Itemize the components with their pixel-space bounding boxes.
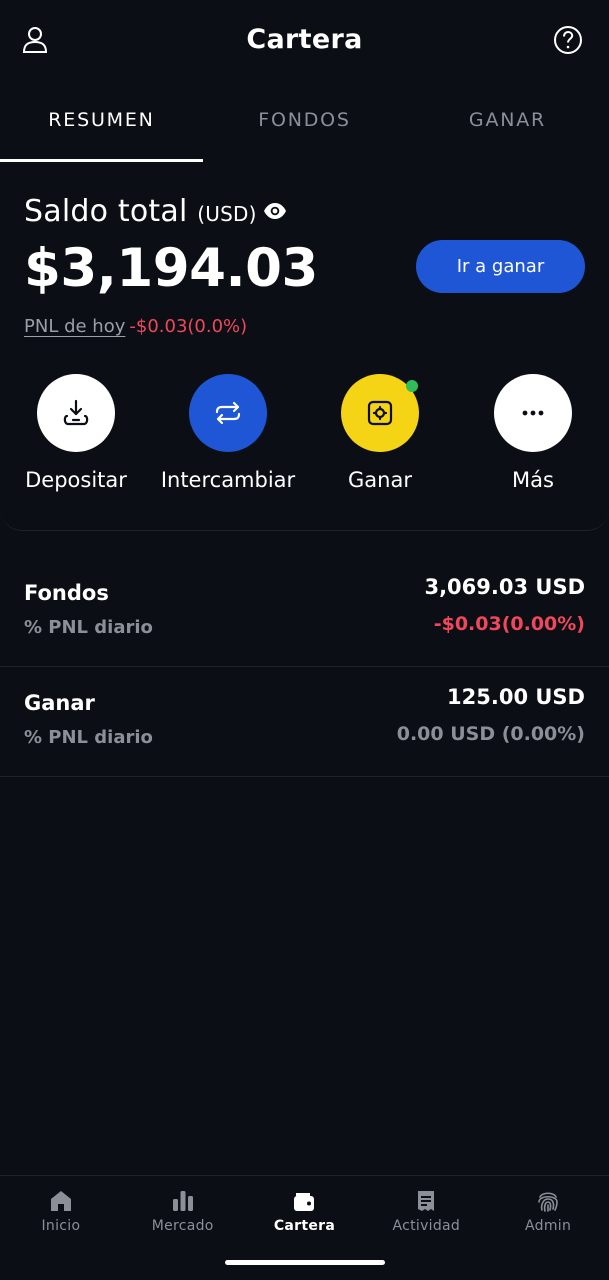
swap-icon [215, 401, 241, 425]
nav-label: Cartera [273, 1218, 336, 1234]
balance-label: Saldo total (USD) [24, 194, 257, 229]
account-row-ganar[interactable]: Ganar % PNL diario 125.00 USD 0.00 USD (… [0, 667, 609, 777]
tab-ganar[interactable]: GANAR [406, 109, 609, 131]
account-sub-label: % PNL diario [24, 727, 153, 748]
bar-chart-icon [172, 1191, 193, 1211]
today-pnl: PNL de hoy -$0.03(0.0%) [24, 316, 247, 337]
app-header: Cartera [0, 0, 609, 82]
more-button[interactable] [494, 374, 572, 452]
download-icon [63, 399, 89, 426]
deposit-action[interactable]: Depositar [0, 374, 152, 492]
earn-label: Ganar [348, 468, 412, 492]
receipt-icon [418, 1191, 435, 1211]
wallet-icon [294, 1193, 315, 1211]
total-balance-value: $3,194.03 [24, 238, 318, 299]
today-pnl-value: -$0.03(0.0%) [129, 316, 248, 337]
nav-label: Admin [525, 1218, 572, 1234]
deposit-label: Depositar [25, 468, 127, 492]
account-amount: 125.00 USD [447, 685, 585, 709]
vault-icon [367, 400, 393, 426]
more-label: Más [512, 468, 554, 492]
notification-dot [406, 380, 418, 392]
nav-item-cartera[interactable]: Cartera [244, 1188, 366, 1234]
nav-item-admin[interactable]: Admin [487, 1188, 609, 1234]
nav-label: Actividad [392, 1218, 461, 1234]
earn-action[interactable]: Ganar [304, 374, 456, 492]
swap-action[interactable]: Intercambiar [152, 374, 304, 492]
go-earn-button[interactable]: Ir a ganar [416, 240, 585, 293]
account-pnl: -$0.03(0.00%) [433, 613, 585, 635]
balance-label-text: Saldo total [24, 194, 188, 229]
deposit-button[interactable] [37, 374, 115, 452]
nav-label: Mercado [151, 1218, 214, 1234]
more-icon [522, 410, 544, 416]
account-row-fondos[interactable]: Fondos % PNL diario 3,069.03 USD -$0.03(… [0, 557, 609, 667]
nav-item-mercado[interactable]: Mercado [122, 1188, 244, 1234]
account-name: Fondos [24, 581, 109, 605]
balance-card: Saldo total (USD) $3,194.03 Ir a ganar P… [0, 168, 609, 531]
home-indicator [225, 1260, 385, 1265]
help-button[interactable] [552, 24, 584, 56]
account-amount: 3,069.03 USD [424, 575, 585, 599]
tab-bar: RESUMEN FONDOS GANAR [0, 95, 609, 165]
swap-label: Intercambiar [160, 468, 296, 492]
swap-button[interactable] [189, 374, 267, 452]
active-tab-indicator [0, 159, 203, 162]
nav-item-actividad[interactable]: Actividad [365, 1188, 487, 1234]
account-name: Ganar [24, 691, 95, 715]
eye-icon[interactable] [263, 201, 287, 221]
nav-label: Inicio [41, 1218, 81, 1234]
help-icon [554, 26, 582, 54]
balance-currency: (USD) [197, 202, 257, 226]
page-title: Cartera [246, 24, 363, 55]
tab-fondos[interactable]: FONDOS [203, 109, 406, 131]
account-sub-label: % PNL diario [24, 617, 153, 638]
account-pnl: 0.00 USD (0.00%) [396, 723, 585, 745]
fingerprint-icon [538, 1192, 558, 1212]
today-pnl-label[interactable]: PNL de hoy [24, 316, 125, 337]
home-icon [50, 1191, 71, 1211]
tab-resumen[interactable]: RESUMEN [0, 109, 203, 131]
more-action[interactable]: Más [457, 374, 609, 492]
nav-item-inicio[interactable]: Inicio [0, 1188, 122, 1234]
earn-button[interactable] [341, 374, 419, 452]
